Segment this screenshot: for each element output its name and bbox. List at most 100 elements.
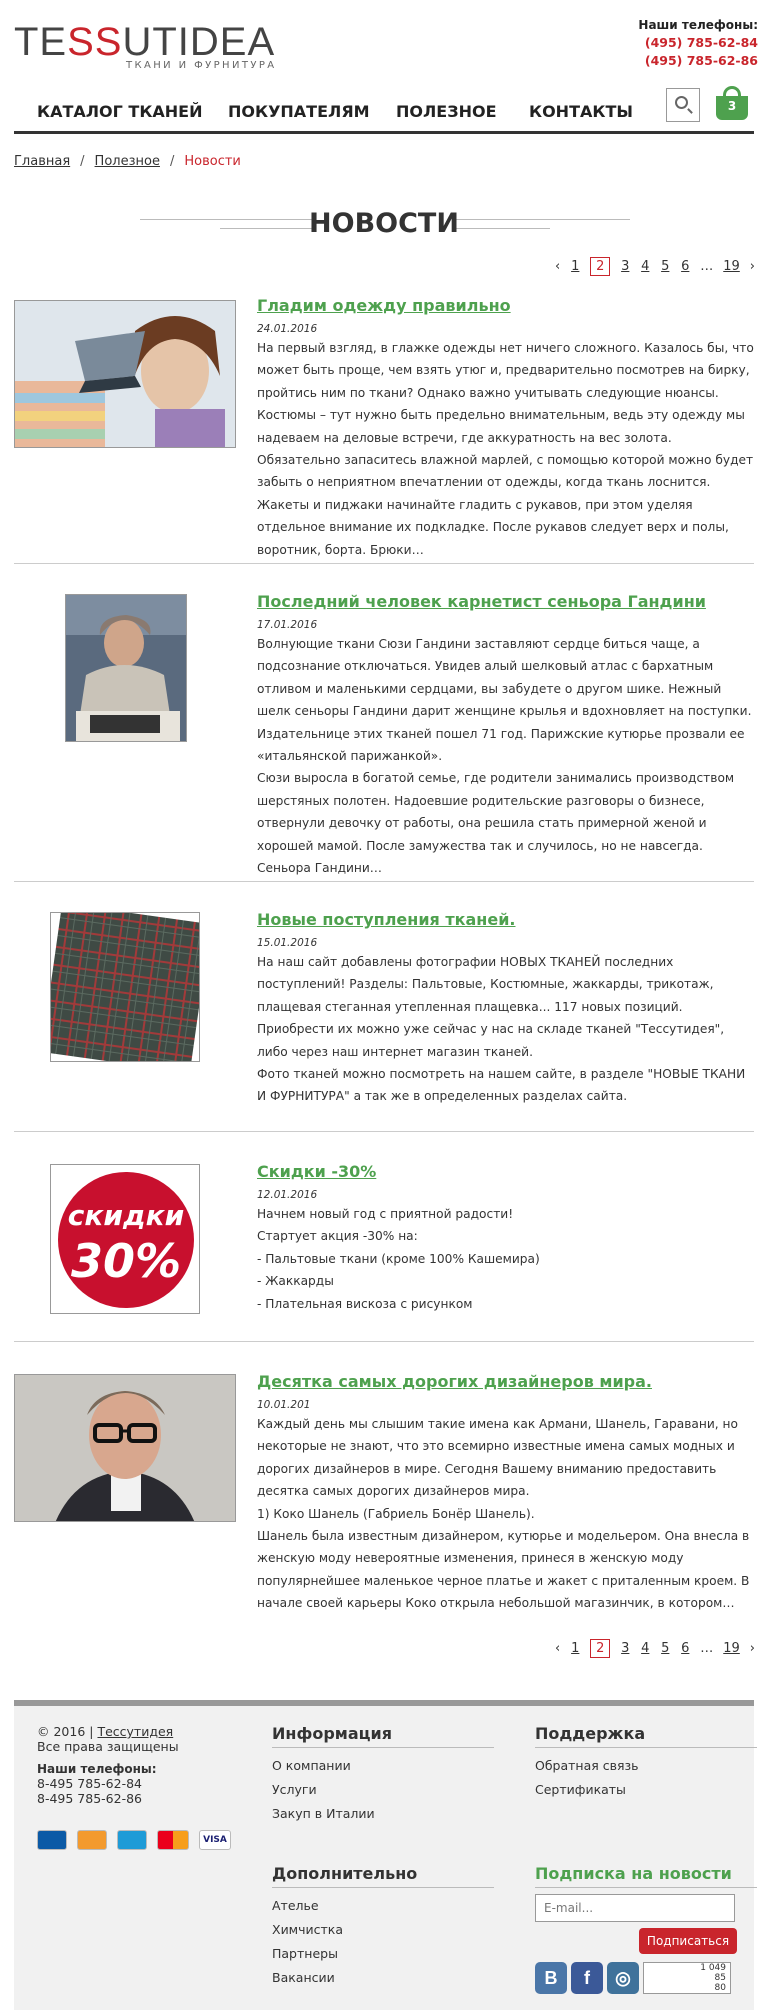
footer-link[interactable]: Обратная связь — [535, 1754, 757, 1778]
footer-subscribe: Подписка на новости — [535, 1864, 757, 1894]
pager-page[interactable]: 19 — [723, 259, 740, 274]
pager-prev[interactable]: ‹ — [555, 1641, 560, 1656]
pager-next[interactable]: › — [750, 259, 755, 274]
svg-text:30%: 30% — [71, 1234, 181, 1288]
title-block: НОВОСТИ — [0, 206, 768, 246]
footer-link[interactable]: Партнеры — [272, 1942, 494, 1966]
footer-phone-2[interactable]: 8-495 785-62-86 — [37, 1791, 237, 1806]
pager-page[interactable]: 4 — [640, 259, 650, 274]
news-date: 24.01.2016 — [257, 323, 318, 335]
news-image-discount[interactable]: скидки 30% — [50, 1164, 200, 1314]
footer-phones-title: Наши телефоны: — [37, 1762, 157, 1776]
news-title[interactable]: Гладим одежду правильно — [257, 296, 754, 315]
pager-ellipsis: … — [700, 258, 714, 274]
footer-link[interactable]: Закуп в Италии — [272, 1802, 494, 1826]
logo-wordmark: TESSUTIDEA — [14, 20, 276, 64]
logo[interactable]: TESSUTIDEA Ткани и фурнитура — [14, 22, 277, 71]
header-phones: Наши телефоны: (495) 785-62-84 (495) 785… — [638, 18, 758, 70]
pager-page[interactable]: 1 — [570, 259, 580, 274]
nav-contacts[interactable]: Контакты — [529, 102, 633, 121]
cart-count: 3 — [727, 99, 737, 113]
page: TESSUTIDEA Ткани и фурнитура Наши телефо… — [0, 0, 768, 2010]
nav-useful[interactable]: Полезное — [396, 102, 497, 121]
footer-link[interactable]: О компании — [272, 1754, 494, 1778]
phones-title: Наши телефоны: — [638, 18, 758, 32]
footer-company: © 2016 | Тессутидея Все права защищены Н… — [37, 1724, 237, 1806]
news-excerpt: На первый взгляд, в глажке одежды нет ни… — [257, 341, 754, 557]
news-title[interactable]: Десятка самых дорогих дизайнеров мира. — [257, 1372, 754, 1391]
pager-ellipsis: … — [700, 1640, 714, 1656]
breadcrumb-useful[interactable]: Полезное — [95, 154, 160, 169]
news-excerpt: На наш сайт добавлены фотографии НОВЫХ Т… — [257, 955, 746, 1104]
news-image-fabric[interactable] — [50, 912, 200, 1062]
pager-page[interactable]: 3 — [620, 259, 630, 274]
news-item: Последний человек карнетист сеньора Ганд… — [14, 592, 754, 882]
footer-extra-title: Дополнительно — [272, 1864, 494, 1888]
news-image-gandini[interactable] — [65, 594, 187, 742]
subscribe-button[interactable]: Подписаться — [639, 1928, 737, 1954]
news-date: 17.01.2016 — [257, 619, 318, 631]
news-item: Новые поступления тканей. 15.01.2016 На … — [14, 910, 754, 1132]
facebook-icon[interactable]: f — [571, 1962, 603, 1994]
news-title[interactable]: Новые поступления тканей. — [257, 910, 754, 929]
news-excerpt: Начнем новый год с приятной радости! Ста… — [257, 1207, 540, 1311]
footer-support-title: Поддержка — [535, 1724, 757, 1748]
yandex-money-icon — [77, 1830, 107, 1850]
pager-page[interactable]: 1 — [570, 1641, 580, 1656]
news-item: Десятка самых дорогих дизайнеров мира. 1… — [14, 1372, 754, 1636]
pager-prev[interactable]: ‹ — [555, 259, 560, 274]
news-image-designer[interactable] — [14, 1374, 236, 1522]
search-button[interactable] — [666, 88, 700, 122]
header: TESSUTIDEA Ткани и фурнитура Наши телефо… — [0, 0, 768, 96]
news-title[interactable]: Последний человек карнетист сеньора Ганд… — [257, 592, 754, 611]
visit-counter: 1 049 85 80 — [643, 1962, 731, 1994]
pager-page-current: 2 — [590, 256, 611, 276]
footer-info-title: Информация — [272, 1724, 494, 1748]
pager-page[interactable]: 6 — [680, 259, 690, 274]
footer-link[interactable]: Услуги — [272, 1778, 494, 1802]
pager-page[interactable]: 3 — [620, 1641, 630, 1656]
footer-link[interactable]: Химчистка — [272, 1918, 494, 1942]
news-image-ironing[interactable] — [14, 300, 236, 448]
phone-1[interactable]: (495) 785-62-84 — [638, 34, 758, 52]
email-input[interactable]: E-mail... — [535, 1894, 735, 1922]
footer-extra: Дополнительно Ателье Химчистка Партнеры … — [272, 1864, 494, 1990]
breadcrumb-home[interactable]: Главная — [14, 154, 70, 169]
news-item: Гладим одежду правильно 24.01.2016 На пе… — [14, 296, 754, 564]
footer-phone-1[interactable]: 8-495 785-62-84 — [37, 1776, 237, 1791]
footer-link[interactable]: Сертификаты — [535, 1778, 757, 1802]
mastercard-icon — [157, 1830, 189, 1850]
cart-button[interactable]: 3 — [714, 82, 752, 122]
pager-page-current: 2 — [590, 1638, 611, 1658]
breadcrumb-current: Новости — [184, 154, 241, 169]
pager-page[interactable]: 5 — [660, 259, 670, 274]
pagination-top: ‹ 1 2 3 4 5 6 … 19 › — [550, 256, 760, 276]
news-date: 12.01.2016 — [257, 1189, 318, 1201]
search-icon — [675, 96, 688, 109]
news-excerpt: Каждый день мы слышим такие имена как Ар… — [257, 1417, 750, 1611]
copyright: © 2016 | — [37, 1724, 94, 1739]
pagination-bottom: ‹ 1 2 3 4 5 6 … 19 › — [550, 1638, 760, 1658]
pager-next[interactable]: › — [750, 1641, 755, 1656]
page-title: НОВОСТИ — [309, 208, 459, 239]
footer-support: Поддержка Обратная связь Сертификаты — [535, 1724, 757, 1802]
footer-link[interactable]: Вакансии — [272, 1966, 494, 1990]
logo-tagline: Ткани и фурнитура — [126, 60, 277, 71]
phone-2[interactable]: (495) 785-62-86 — [638, 52, 758, 70]
nav-catalog[interactable]: Каталог тканей — [37, 102, 203, 121]
news-title[interactable]: Скидки -30% — [257, 1162, 754, 1181]
pager-page[interactable]: 5 — [660, 1641, 670, 1656]
subscribe-title: Подписка на новости — [535, 1864, 757, 1888]
footer-info: Информация О компании Услуги Закуп в Ита… — [272, 1724, 494, 1826]
nav-customers[interactable]: Покупателям — [228, 102, 370, 121]
news-excerpt: Волнующие ткани Сюзи Гандини заставляют … — [257, 637, 752, 876]
copyright-link[interactable]: Тессутидея — [97, 1724, 173, 1739]
pager-page[interactable]: 6 — [680, 1641, 690, 1656]
footer-link[interactable]: Ателье — [272, 1894, 494, 1918]
pager-page[interactable]: 4 — [640, 1641, 650, 1656]
vk-icon[interactable]: B — [535, 1962, 567, 1994]
visa-icon: VISA — [199, 1830, 231, 1850]
webmoney-icon — [37, 1830, 67, 1850]
instagram-icon[interactable]: ◎ — [607, 1962, 639, 1994]
pager-page[interactable]: 19 — [723, 1641, 740, 1656]
